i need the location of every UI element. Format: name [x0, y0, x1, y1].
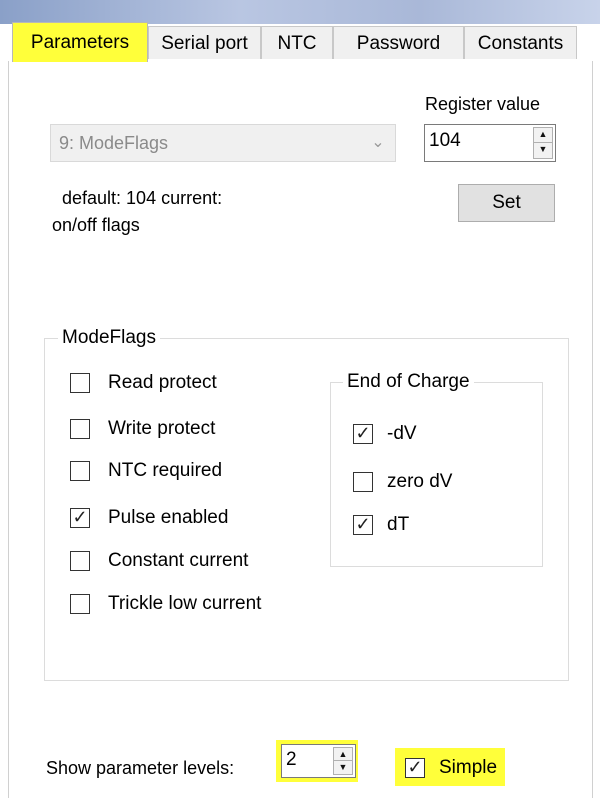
register-select[interactable]: 9: ModeFlags ⌄	[50, 124, 396, 162]
window-titlebar	[0, 0, 600, 24]
checkmark-icon: ✓	[407, 757, 423, 777]
register-select-value: 9: ModeFlags	[59, 133, 169, 153]
chevron-down-icon: ⌄	[371, 134, 385, 151]
checkbox-box[interactable]	[70, 594, 90, 614]
spin-down-icon[interactable]: ▼	[334, 761, 352, 774]
checkbox-label: -dV	[387, 423, 417, 444]
modeflags-group-title: ModeFlags	[58, 327, 160, 349]
tab-strip: Parameters Serial port NTC Password Cons…	[0, 22, 600, 62]
register-value-label: Register value	[425, 94, 541, 114]
checkbox-label: NTC required	[108, 460, 223, 481]
checkbox-box[interactable]	[70, 373, 90, 393]
levels-spinner-buttons: ▲ ▼	[333, 747, 353, 775]
checkbox-box[interactable]: ✓	[353, 423, 373, 444]
register-value-spinner: ▲ ▼	[533, 127, 553, 159]
tab-ntc[interactable]: NTC	[261, 26, 333, 59]
register-value-text: 104	[429, 130, 461, 151]
checkbox-label: zero dV	[387, 471, 453, 492]
tab-parameters[interactable]: Parameters	[12, 22, 148, 62]
register-value-input[interactable]: 104 ▲ ▼	[424, 124, 556, 162]
checkmark-icon: ✓	[355, 514, 371, 534]
register-description-line2: on/off flags	[52, 215, 140, 235]
checkbox-label: dT	[387, 514, 410, 535]
checkbox-label: Write protect	[108, 418, 216, 439]
checkbox-box[interactable]	[353, 472, 373, 492]
checkbox-label: Simple	[439, 757, 498, 778]
parameter-levels-label: Show parameter levels:	[46, 758, 235, 778]
tab-password[interactable]: Password	[333, 26, 464, 59]
parameter-levels-value: 2	[286, 749, 297, 770]
checkmark-icon: ✓	[72, 507, 88, 527]
checkbox-box[interactable]: ✓	[353, 514, 373, 535]
checkbox-label: Read protect	[108, 372, 217, 393]
checkbox-box[interactable]	[70, 551, 90, 571]
checkmark-icon: ✓	[355, 423, 371, 443]
checkbox-label: Constant current	[108, 550, 249, 571]
checkbox-box[interactable]	[70, 461, 90, 481]
checkbox-box[interactable]	[70, 419, 90, 439]
checkbox-box[interactable]: ✓	[405, 757, 425, 778]
checkbox-label: Pulse enabled	[108, 507, 229, 528]
tab-serial-port[interactable]: Serial port	[148, 26, 261, 59]
spin-up-icon[interactable]: ▲	[334, 748, 352, 761]
checkbox-label: Trickle low current	[108, 593, 262, 614]
spin-up-icon[interactable]: ▲	[534, 128, 552, 143]
end-of-charge-group-title: End of Charge	[343, 371, 474, 393]
set-button[interactable]: Set	[458, 184, 555, 222]
tab-constants[interactable]: Constants	[464, 26, 577, 59]
register-description-line1: default: 104 current:	[62, 188, 223, 208]
parameter-levels-spinner[interactable]: 2 ▲ ▼	[281, 744, 356, 778]
checkbox-box[interactable]: ✓	[70, 507, 90, 528]
spin-down-icon[interactable]: ▼	[534, 143, 552, 158]
